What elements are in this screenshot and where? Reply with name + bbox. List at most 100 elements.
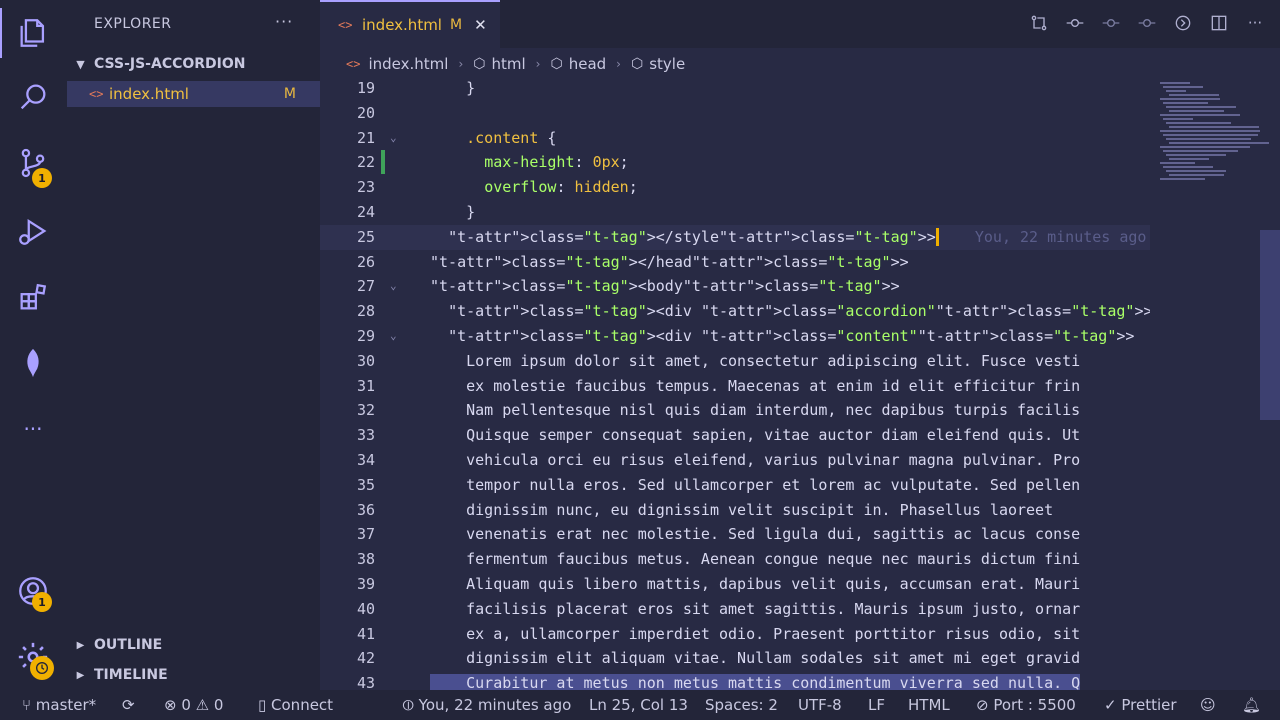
leaf-icon[interactable]	[14, 344, 52, 382]
notifications-bell-icon[interactable]: 🔔︎	[1242, 696, 1261, 714]
open-preview-icon[interactable]	[1172, 12, 1194, 34]
code-line[interactable]: 40 facilisis placerat eros sit amet sagi…	[320, 597, 1150, 622]
code-line[interactable]: 38 fermentum faucibus metus. Aenean cong…	[320, 547, 1150, 572]
code-line[interactable]: 31 ex molestie faucibus tempus. Maecenas…	[320, 374, 1150, 399]
code-line[interactable]: 26 "t-attr">class="t-tag"></head"t-attr">…	[320, 250, 1150, 275]
remote-connect[interactable]: ▯ Connect	[258, 696, 333, 714]
line-number: 34	[356, 451, 375, 469]
code-text: max-height: 0px;	[484, 153, 629, 172]
indentation[interactable]: Spaces: 2	[705, 696, 778, 714]
code-line[interactable]: 42 dignissim elit aliquam vitae. Nullam …	[320, 646, 1150, 671]
fold-chevron-icon[interactable]: ⌄	[390, 329, 397, 342]
breadcrumb-head[interactable]: ⬡ head	[550, 55, 606, 73]
code-line[interactable]: 25 "t-attr">class="t-tag"></style"t-attr…	[320, 224, 1150, 250]
search-icon[interactable]	[14, 78, 52, 116]
problems-indicator[interactable]: ⊗ 0 ⚠ 0	[164, 696, 223, 714]
line-number: 21	[356, 128, 375, 147]
git-blame-status[interactable]: ⦶ You, 22 minutes ago	[403, 696, 571, 714]
line-number: 32	[356, 401, 375, 420]
chevron-right-icon: ▶	[76, 639, 85, 651]
breadcrumb-head-label: head	[568, 55, 607, 73]
code-line[interactable]: 22 max-height: 0px;	[320, 150, 1150, 175]
code-line[interactable]: 23 overflow: hidden;	[320, 175, 1150, 200]
code-line[interactable]: 39 Aliquam quis libero mattis, dapibus v…	[320, 572, 1150, 597]
chevron-right-icon: ▶	[76, 669, 85, 681]
code-line[interactable]: 29 ⌄ "t-attr">class="t-tag"><div "t-attr"…	[320, 324, 1150, 349]
active-indicator	[0, 8, 2, 58]
breadcrumb-style[interactable]: ⬡ style	[631, 55, 685, 73]
line-number: 27	[356, 277, 375, 296]
code-line[interactable]: 27 ⌄ "t-attr">class="t-tag"><body"t-attr">…	[320, 274, 1150, 299]
line-number: 28	[356, 302, 375, 321]
code-text: facilisis placerat eros sit amet sagitti…	[430, 599, 1081, 618]
sync-icon[interactable]: ⟳	[122, 696, 135, 714]
code-line[interactable]: 32 Nam pellentesque nisl quis diam inter…	[320, 398, 1150, 423]
element-cube-icon: ⬡	[550, 56, 563, 72]
run-debug-icon[interactable]	[14, 212, 52, 250]
code-editor[interactable]: 19 } 20 21 ⌄ .content {22 max-height: 0px; 2…	[320, 80, 1150, 690]
cursor-position[interactable]: Ln 25, Col 13	[589, 696, 688, 714]
code-line[interactable]: 19 }	[320, 80, 1150, 101]
tab-index-html[interactable]: <> index.html M ✕	[320, 0, 500, 48]
code-text: Curabitur at metus non metus mattis cond…	[430, 674, 1081, 690]
more-icon[interactable]: ···	[14, 410, 52, 448]
more-actions-icon[interactable]: ···	[1244, 12, 1266, 34]
code-line[interactable]: 43 Curabitur at metus non metus mattis c…	[320, 671, 1150, 690]
line-number: 22	[356, 153, 375, 172]
code-line[interactable]: 35 tempor nulla eros. Sed ullamcorper et…	[320, 473, 1150, 498]
minimap-line	[1160, 146, 1250, 148]
folder-name: CSS-JS-ACCORDION	[94, 56, 246, 72]
code-text: }	[430, 203, 476, 221]
code-line[interactable]: 36 dignissim nunc, eu dignissim velit su…	[320, 498, 1150, 523]
code-line[interactable]: 30 Lorem ipsum dolor sit amet, consectet…	[320, 349, 1150, 374]
fold-chevron-icon[interactable]: ⌄	[390, 131, 397, 144]
next-change-icon[interactable]	[1100, 12, 1122, 34]
line-number: 30	[356, 351, 375, 370]
workspace-folder[interactable]: ▼ CSS-JS-ACCORDION	[67, 52, 320, 76]
scrollbar-thumb[interactable]	[1260, 230, 1280, 420]
timeline-section[interactable]: ▶ TIMELINE	[67, 662, 320, 688]
sidebar-title: EXPLORER	[94, 16, 172, 32]
prettier-status[interactable]: ✓ Prettier	[1104, 696, 1177, 714]
code-text: dignissim elit aliquam vitae. Nullam sod…	[430, 649, 1081, 668]
end-of-line[interactable]: LF	[868, 696, 885, 714]
code-line[interactable]: 33 Quisque semper consequat sapien, vita…	[320, 423, 1150, 448]
code-text: "t-attr">class="t-tag"><body"t-attr">cla…	[430, 277, 900, 296]
commit-icon[interactable]	[1136, 12, 1158, 34]
file-item-index-html[interactable]: <> index.html M	[67, 81, 320, 107]
encoding[interactable]: UTF-8	[798, 696, 842, 714]
language-mode[interactable]: HTML	[908, 696, 950, 714]
branch-indicator[interactable]: ⑂ master*	[22, 696, 96, 714]
extensions-icon[interactable]	[14, 278, 52, 316]
fold-chevron-icon[interactable]: ⌄	[390, 279, 397, 292]
close-icon[interactable]: ✕	[474, 16, 487, 34]
minimap-line	[1169, 142, 1269, 144]
explorer-files-icon[interactable]	[14, 14, 52, 52]
code-text: Nam pellentesque nisl quis diam interdum…	[430, 401, 1081, 420]
breadcrumb-html[interactable]: ⬡ html	[473, 55, 525, 73]
code-line[interactable]: 20	[320, 101, 1150, 126]
sidebar-more-icon[interactable]: ···	[275, 12, 293, 31]
double-check-icon: ✓	[1104, 696, 1122, 714]
feedback-icon[interactable]: ☺	[1200, 696, 1216, 714]
code-text: overflow: hidden;	[484, 178, 638, 197]
code-line[interactable]: 41 ex a, ullamcorper imperdiet odio. Pra…	[320, 622, 1150, 647]
code-line[interactable]: 28 "t-attr">class="t-tag"><div "t-attr">…	[320, 299, 1150, 324]
code-line[interactable]: 21 ⌄ .content {	[320, 126, 1150, 151]
minimap-line	[1163, 166, 1213, 168]
previous-change-icon[interactable]	[1064, 12, 1086, 34]
outline-section[interactable]: ▶ OUTLINE	[67, 632, 320, 658]
code-line[interactable]: 24 }	[320, 200, 1150, 225]
split-editor-icon[interactable]	[1208, 12, 1230, 34]
formatter-label: Prettier	[1121, 696, 1177, 714]
breadcrumb-file[interactable]: <> index.html	[346, 55, 448, 73]
code-line[interactable]: 34 vehicula orci eu risus eleifend, vari…	[320, 448, 1150, 473]
code-text: venenatis erat nec molestie. Sed ligula …	[430, 525, 1081, 544]
gutter-modified-mark	[381, 150, 385, 175]
code-text: Quisque semper consequat sapien, vitae a…	[430, 426, 1081, 445]
compare-changes-icon[interactable]	[1028, 12, 1050, 34]
minimap-line	[1160, 98, 1220, 100]
live-server-port[interactable]: ⊘ Port : 5500	[976, 696, 1076, 714]
code-line[interactable]: 37 venenatis erat nec molestie. Sed ligu…	[320, 522, 1150, 547]
warning-icon: ⚠	[195, 696, 214, 714]
